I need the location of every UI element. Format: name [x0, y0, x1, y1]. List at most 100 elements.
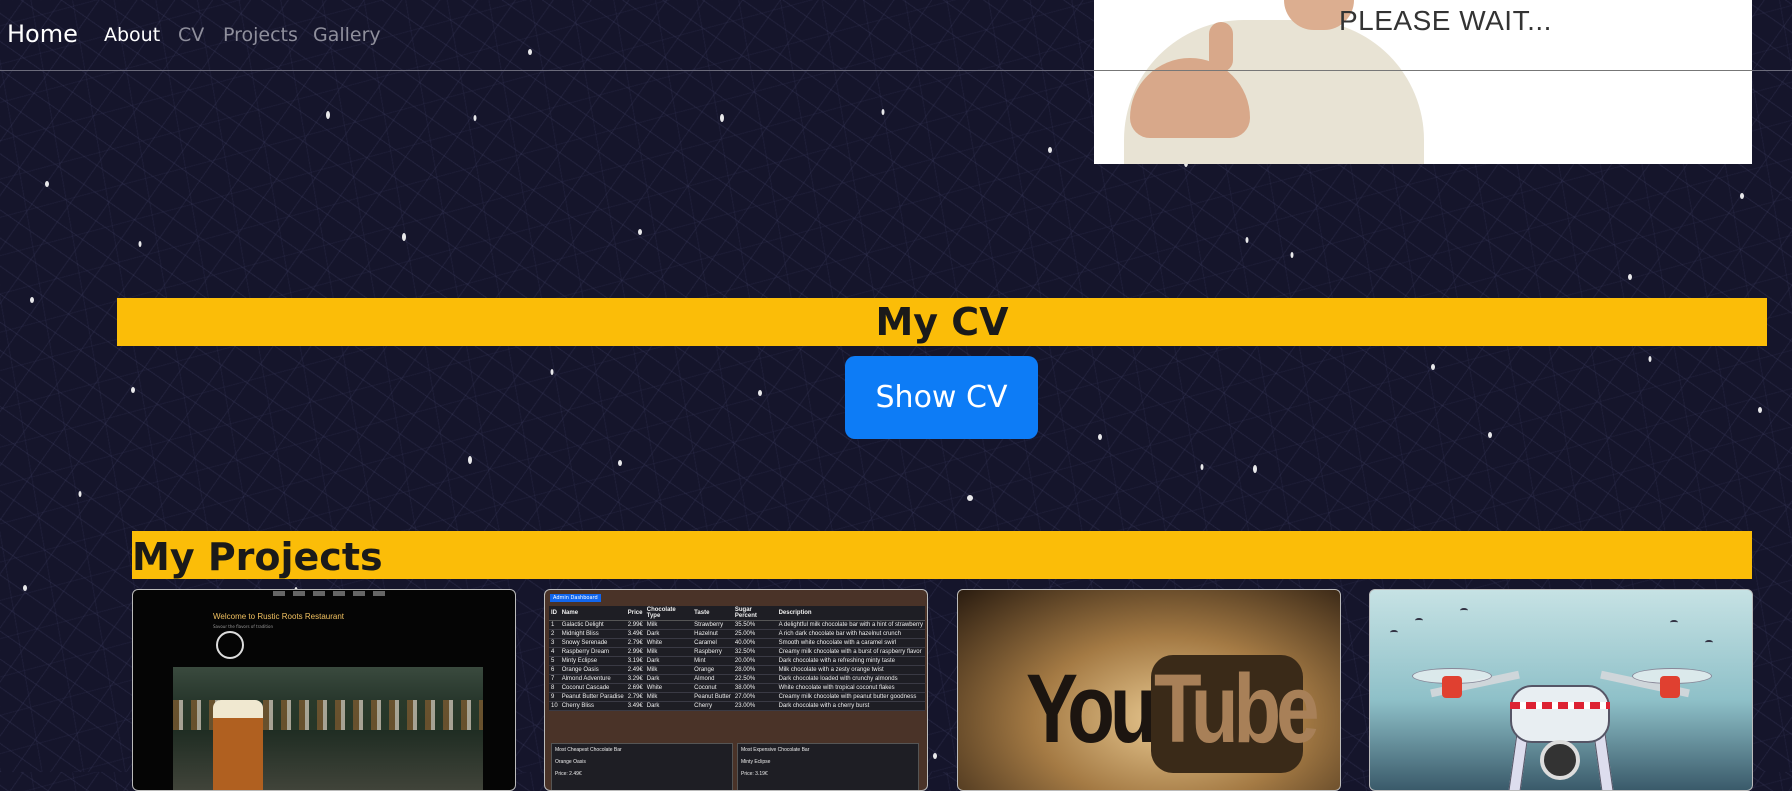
table-cell: Galactic Delight [559, 620, 626, 630]
table-row: 8 Coconut Cascade 2.69€ White Coconut 38.00% W… [549, 683, 925, 693]
chocolate-table-body: 1 Galactic Delight 2.99€ Milk Strawberry 35.5… [549, 620, 925, 711]
table-cell: Peanut Butter Paradise [559, 692, 626, 702]
video-divider [1094, 70, 1752, 71]
table-cell: 2.79€ [625, 692, 645, 702]
chocolate-table-header: ID Name Price Chocolate Type Taste Sugar Perc… [549, 606, 925, 621]
table-cell: White [644, 638, 693, 648]
table-cell: 2.69€ [625, 683, 645, 693]
table-row: 6 Orange Oasis 2.49€ Milk Orange 28.00% Milk c… [549, 665, 925, 675]
restaurant-subheading: Savour the flavors of tradition [213, 624, 273, 629]
table-cell: Dark [644, 656, 693, 666]
table-cell: 2.99€ [625, 620, 645, 630]
expensive-bar-title: Most Expensive Chocolate Bar [741, 747, 810, 753]
nav-link-projects[interactable]: Projects [223, 24, 298, 46]
bird-icon [1705, 640, 1713, 645]
bird-icon [1390, 630, 1398, 635]
table-header-cell: ID [549, 606, 560, 621]
table-row: 1 Galactic Delight 2.99€ Milk Strawberry 35.5… [549, 620, 925, 630]
table-cell: Milk [644, 647, 693, 657]
beer-glass-icon [213, 700, 263, 790]
youtube-logo-tube: Tube [1154, 653, 1320, 764]
table-header-cell: Chocolate Type [644, 606, 693, 621]
table-cell: Strawberry [692, 620, 733, 630]
table-cell: Snowy Serenade [559, 638, 626, 648]
video-wait-text: PLEASE WAIT... [1339, 5, 1552, 36]
table-cell: Caramel [692, 638, 733, 648]
expensive-bar-box: Most Expensive Chocolate Bar Minty Eclip… [737, 743, 919, 790]
expensive-bar-value: Minty Eclipse [741, 759, 771, 765]
cheapest-bar-box: Most Cheapest Chocolate Bar Orange Oasis… [551, 743, 733, 790]
drone-camera-icon [1540, 740, 1580, 780]
table-cell: 9 [549, 692, 560, 702]
table-header-cell: Price [625, 606, 645, 621]
table-cell: Orange [692, 665, 733, 675]
table-cell: 38.00% [732, 683, 777, 693]
table-cell: 2.79€ [625, 638, 645, 648]
table-cell: 23.00% [732, 701, 777, 711]
table-cell: 1 [549, 620, 560, 630]
table-cell: 35.50% [732, 620, 777, 630]
table-cell: 2 [549, 629, 560, 639]
thumbs-up-icon [1209, 22, 1233, 72]
table-cell: Creamy milk chocolate with a burst of ra… [776, 647, 925, 657]
table-cell: 4 [549, 647, 560, 657]
project-card-restaurant[interactable]: Welcome to Rustic Roots Restaurant Savou… [132, 589, 516, 791]
table-header-cell: Sugar Percent [732, 606, 777, 621]
table-cell: 3.49€ [625, 701, 645, 711]
table-cell: 3.49€ [625, 629, 645, 639]
table-cell: Dark chocolate loaded with crunchy almon… [776, 674, 925, 684]
nav-link-cv[interactable]: CV [178, 24, 204, 46]
table-cell: Milk [644, 665, 693, 675]
table-cell: Coconut [692, 683, 733, 693]
table-cell: Midnight Bliss [559, 629, 626, 639]
table-cell: 3.19€ [625, 656, 645, 666]
cv-section-banner: My CV [117, 298, 1767, 346]
table-cell: Dark [644, 674, 693, 684]
table-cell: 10 [549, 701, 560, 711]
project-card-youtube[interactable]: You Tube [957, 589, 1341, 791]
video-overlay[interactable]: PLEASE WAIT... [1094, 0, 1752, 164]
table-cell: White [644, 683, 693, 693]
table-cell: Dark chocolate with a cherry burst [776, 701, 925, 711]
table-row: 5 Minty Eclipse 3.19€ Dark Mint 20.00% Dark ch… [549, 656, 925, 666]
table-cell: Mint [692, 656, 733, 666]
table-row: 3 Snowy Serenade 2.79€ White Caramel 40.00% Sm… [549, 638, 925, 648]
table-cell: 20.00% [732, 656, 777, 666]
table-cell: 5 [549, 656, 560, 666]
cv-section-title: My CV [875, 300, 1009, 344]
project-card-drone[interactable] [1369, 589, 1753, 791]
table-cell: Dark [644, 701, 693, 711]
table-row: 2 Midnight Bliss 3.49€ Dark Hazelnut 25.00% A … [549, 629, 925, 639]
nav-link-about[interactable]: About [104, 24, 160, 46]
show-cv-button[interactable]: Show CV [845, 356, 1038, 439]
admin-dashboard-badge: Admin Dashboard [550, 594, 601, 602]
chocolate-table: ID Name Price Chocolate Type Taste Sugar Perc… [549, 606, 925, 711]
table-cell: A delightful milk chocolate bar with a h… [776, 620, 925, 630]
table-cell: 25.00% [732, 629, 777, 639]
table-cell: Milk [644, 692, 693, 702]
project-card-chocolate-dashboard[interactable]: Admin Dashboard ID Name Price Chocolate Typ… [544, 589, 928, 791]
table-cell: Orange Oasis [559, 665, 626, 675]
table-cell: Cherry [692, 701, 733, 711]
table-header-cell: Description [776, 606, 925, 621]
table-cell: Creamy milk chocolate with peanut butter… [776, 692, 925, 702]
drone-motor-right [1660, 676, 1680, 698]
table-cell: A rich dark chocolate bar with hazelnut … [776, 629, 925, 639]
cheapest-bar-value: Orange Oasis [555, 759, 586, 765]
table-cell: Raspberry Dream [559, 647, 626, 657]
drone-stripe [1510, 702, 1610, 709]
table-cell: 40.00% [732, 638, 777, 648]
nav-brand-home[interactable]: Home [7, 20, 78, 48]
nav-link-gallery[interactable]: Gallery [313, 24, 381, 46]
table-row: 4 Raspberry Dream 2.99€ Milk Raspberry 32.50%… [549, 647, 925, 657]
table-cell: 28.00% [732, 665, 777, 675]
table-cell: Cherry Bliss [559, 701, 626, 711]
restaurant-heading: Welcome to Rustic Roots Restaurant [213, 612, 345, 621]
drone-motor-left [1442, 676, 1462, 698]
bird-icon [1670, 620, 1678, 625]
table-cell: Peanut Butter [692, 692, 733, 702]
table-row: 9 Peanut Butter Paradise 2.79€ Milk Peanut B… [549, 692, 925, 702]
table-cell: 22.50% [732, 674, 777, 684]
bird-icon [1460, 608, 1468, 613]
projects-section-title: My Projects [132, 535, 383, 579]
